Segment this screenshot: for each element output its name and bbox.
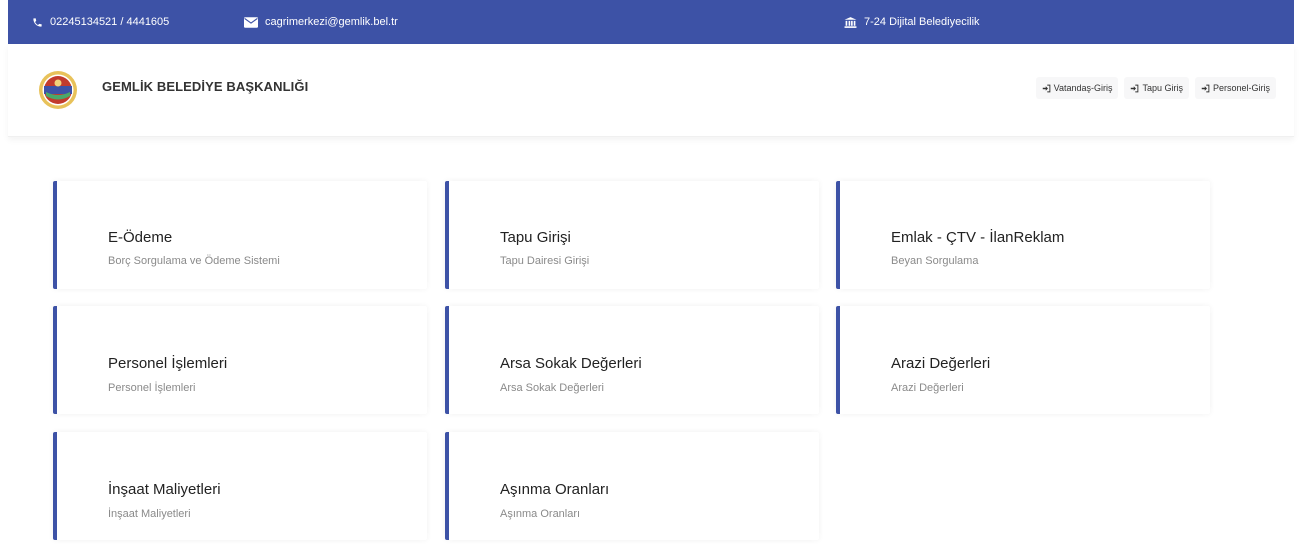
deed-login-label: Tapu Giriş	[1142, 83, 1183, 93]
citizen-login-label: Vatandaş-Giriş	[1053, 83, 1113, 93]
envelope-icon	[244, 16, 258, 28]
card-subtitle: Beyan Sorgulama	[891, 255, 979, 267]
card-subtitle: Arazi Değerleri	[891, 382, 964, 394]
card-subtitle: Tapu Dairesi Girişi	[500, 255, 590, 267]
sign-in-icon	[1201, 84, 1210, 92]
card-construction-costs[interactable]: İnşaat Maliyetleri İnşaat Maliyetleri	[53, 432, 427, 540]
deed-login-button[interactable]: Tapu Giriş	[1124, 77, 1189, 99]
card-land-street-values[interactable]: Arsa Sokak Değerleri Arsa Sokak Değerler…	[445, 306, 819, 414]
sign-in-icon	[1042, 84, 1050, 92]
card-subtitle: İnşaat Maliyetleri	[108, 508, 191, 520]
card-title: Arsa Sokak Değerleri	[500, 355, 642, 372]
card-title: Arazi Değerleri	[891, 355, 991, 372]
email-text: cagrimerkezi@gemlik.bel.tr	[265, 16, 398, 28]
digital-municipality-link[interactable]: 7-24 Dijital Belediyecilik	[844, 0, 980, 44]
citizen-login-button[interactable]: Vatandaş-Giriş	[1035, 77, 1119, 99]
site-header: GEMLİK BELEDİYE BAŞKANLIĞI Vatandaş-Giri…	[8, 44, 1294, 137]
card-title: Personel İşlemleri	[108, 355, 228, 372]
login-buttons: Vatandaş-Giriş Tapu Giriş Personel-Giriş	[1035, 77, 1276, 99]
top-contact-bar: 02245134521 / 4441605 cagrimerkezi@gemli…	[8, 0, 1294, 44]
bank-building-icon	[844, 16, 857, 28]
card-land-values[interactable]: Arazi Değerleri Arazi Değerleri	[836, 306, 1210, 414]
card-title: İnşaat Maliyetleri	[108, 481, 221, 498]
staff-login-button[interactable]: Personel-Giriş	[1194, 77, 1276, 99]
card-e-payment[interactable]: E-Ödeme Borç Sorgulama ve Ödeme Sistemi	[53, 181, 427, 289]
card-depreciation-rates[interactable]: Aşınma Oranları Aşınma Oranları	[445, 432, 819, 540]
card-title: Aşınma Oranları	[500, 481, 610, 498]
card-deed-login[interactable]: Tapu Girişi Tapu Dairesi Girişi	[445, 181, 819, 289]
card-staff-operations[interactable]: Personel İşlemleri Personel İşlemleri	[53, 306, 427, 414]
sign-in-icon	[1131, 84, 1139, 92]
card-property-tax[interactable]: Emlak - ÇTV - İlanReklam Beyan Sorgulama	[836, 181, 1210, 289]
card-subtitle: Arsa Sokak Değerleri	[500, 382, 604, 394]
card-subtitle: Borç Sorgulama ve Ödeme Sistemi	[108, 255, 280, 267]
phone-text: 02245134521 / 4441605	[50, 16, 170, 28]
card-subtitle: Personel İşlemleri	[108, 382, 196, 394]
phone-icon	[33, 17, 42, 27]
municipality-seal-logo[interactable]	[38, 70, 78, 110]
staff-login-label: Personel-Giriş	[1212, 83, 1270, 93]
card-title: Tapu Girişi	[500, 229, 571, 246]
email-contact[interactable]: cagrimerkezi@gemlik.bel.tr	[244, 0, 398, 44]
site-brand-title[interactable]: GEMLİK BELEDİYE BAŞKANLIĞI	[102, 79, 308, 94]
card-title: Emlak - ÇTV - İlanReklam	[891, 229, 1065, 246]
digital-text: 7-24 Dijital Belediyecilik	[864, 16, 980, 28]
phone-contact[interactable]: 02245134521 / 4441605	[32, 0, 169, 44]
card-subtitle: Aşınma Oranları	[500, 508, 581, 520]
card-title: E-Ödeme	[108, 229, 173, 246]
